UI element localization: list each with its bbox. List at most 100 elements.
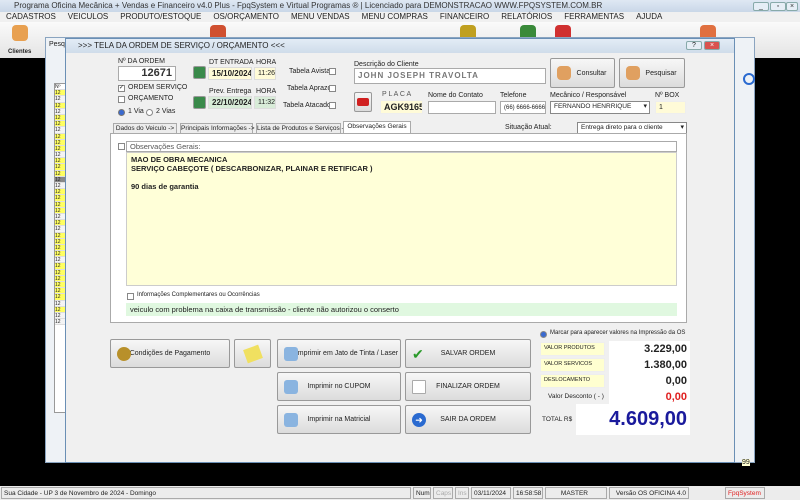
receipt-icon [242, 344, 263, 363]
menu-cadastros[interactable]: CADASTROS [6, 12, 56, 21]
close-button[interactable]: × [786, 2, 798, 11]
printer-icon [284, 379, 298, 394]
app-title-bar: Programa Oficina Mecânica + Vendas e Fin… [0, 0, 800, 12]
order-number-field[interactable]: 12671 [118, 66, 176, 81]
box-field[interactable]: 1 [655, 101, 686, 114]
consultar-button[interactable]: Consultar [550, 58, 615, 88]
tabela-atacado-checkbox[interactable] [329, 102, 336, 109]
tabela-avista-label: Tabela Avista [289, 68, 331, 75]
box-label: Nº BOX [655, 92, 680, 99]
valor-servicos-label: VALOR SERVICOS [540, 358, 605, 372]
menu-produto-estoque[interactable]: PRODUTO/ESTOQUE [120, 12, 201, 21]
car-icon [357, 98, 369, 106]
vehicle-button[interactable] [354, 92, 372, 112]
receipt-button[interactable] [234, 339, 271, 368]
via2-label: 2 Vias [156, 108, 176, 115]
obs-line: SERVIÇO CABEÇOTE ( DESCARBONIZAR, PLAINA… [131, 164, 373, 173]
people-icon [626, 66, 640, 80]
printer-icon [284, 346, 298, 361]
info-label: Informações Complementares ou Ocorrência… [137, 292, 260, 298]
valor-produtos-label: VALOR PRODUTOS [540, 342, 605, 356]
coins-icon [117, 346, 131, 361]
clients-icon[interactable] [12, 25, 28, 41]
total-label: TOTAL R$ [542, 416, 573, 423]
sair-label: SAIR DA ORDEM [440, 416, 496, 423]
help-button[interactable]: ? [686, 41, 702, 50]
menu-compras[interactable]: MENU COMPRAS [362, 12, 428, 21]
desconto-field[interactable]: 0,00 [609, 389, 690, 405]
checkmark-icon: ✔ [412, 345, 424, 362]
dialog-close-button[interactable]: × [704, 41, 720, 50]
calendar-icon[interactable] [193, 96, 206, 109]
contato-field[interactable] [428, 101, 496, 114]
refresh-icon[interactable] [743, 73, 755, 85]
deslocamento-label: DESLOCAMENTO [540, 374, 605, 388]
telefone-label: Telefone [500, 92, 527, 99]
sair-ordem-button[interactable]: ➜ SAIR DA ORDEM [405, 405, 531, 434]
imprimir-jato-button[interactable]: Imprimir em Jato de Tinta / Laser [277, 339, 401, 368]
status-brand: FpqSystem [725, 487, 765, 499]
ordem-servico-label: ORDEM SERVIÇO [128, 84, 188, 91]
cliente-field[interactable]: JOHN JOSEPH TRAVOLTA [354, 68, 546, 84]
placa-field[interactable]: AGK9165 [380, 100, 423, 114]
dt-entrada-field[interactable]: 15/10/2024 [208, 67, 252, 80]
obs-line: MAO DE OBRA MECANICA [131, 155, 228, 164]
menu-vendas[interactable]: MENU VENDAS [291, 12, 350, 21]
hora-prev-field[interactable]: 11:32 [254, 96, 276, 109]
menu-ajuda[interactable]: AJUDA [636, 12, 662, 21]
mecanico-label: Mecânico / Responsável [550, 92, 627, 99]
observacoes-header: Observações Gerais: [126, 141, 677, 152]
order-number-label: Nº DA ORDEM [118, 58, 165, 65]
hora-label: HORA [256, 59, 277, 66]
menu-os-orcamento[interactable]: OS/ORÇAMENTO [213, 12, 279, 21]
tabela-aprazo-checkbox[interactable] [329, 85, 336, 92]
prev-entrega-field[interactable]: 22/10/2024 [208, 96, 252, 109]
imprimir-matricial-button[interactable]: Imprimir na Matricial [277, 405, 401, 434]
orcamento-checkbox[interactable] [118, 96, 125, 103]
menu-bar: CADASTROS VEICULOS PRODUTO/ESTOQUE OS/ORÇAM… [0, 12, 800, 22]
restore-button[interactable]: ▫ [770, 2, 786, 11]
deslocamento-field[interactable]: 0,00 [609, 373, 690, 389]
imprimir-cupom-button[interactable]: Imprimir no CUPOM [277, 372, 401, 401]
minimize-button[interactable]: _ [753, 2, 769, 11]
salvar-label: SALVAR ORDEM [440, 350, 496, 357]
pagamento-label: Condições de Pagamento [129, 350, 211, 357]
pagamento-button[interactable]: Condições de Pagamento [110, 339, 230, 368]
menu-ferramentas[interactable]: FERRAMENTAS [564, 12, 624, 21]
menu-veiculos[interactable]: VEICULOS [68, 12, 108, 21]
tabela-avista-checkbox[interactable] [329, 68, 336, 75]
mecanico-select[interactable]: FERNANDO HENRRIQUE [550, 101, 650, 114]
cliente-label: Descrição do Cliente [354, 61, 419, 68]
menu-relatorios[interactable]: RELATÓRIOS [501, 12, 552, 21]
placa-label: P L A C A [382, 91, 412, 98]
hora-label: HORA [256, 88, 277, 95]
radio-2-vias[interactable] [146, 109, 153, 116]
finalizar-ordem-button[interactable]: FINALIZAR ORDEM [405, 372, 531, 401]
observacoes-textarea[interactable]: MAO DE OBRA MECANICA SERVIÇO CABEÇOTE ( … [126, 152, 677, 286]
status-num: Num [413, 487, 431, 499]
clientes-label: Clientes [8, 49, 32, 55]
marcar-label: Marcar para aparecer valores na Impressã… [550, 330, 686, 336]
telefone-field[interactable]: (66) 6666-6666 [500, 101, 546, 114]
salvar-ordem-button[interactable]: ✔ SALVAR ORDEM [405, 339, 531, 368]
prev-entrega-label: Prev. Entrega [209, 88, 252, 95]
info-field[interactable]: veiculo com problema na caixa de transmi… [126, 303, 677, 316]
grid-row[interactable]: 12 [55, 319, 65, 326]
menu-financeiro[interactable]: FINANCEIRO [440, 12, 489, 21]
observacoes-checkbox[interactable] [118, 143, 125, 150]
pesquisar-button[interactable]: Pesquisar [619, 58, 685, 88]
hora-entrada-field[interactable]: 11:26 [254, 67, 276, 80]
matricial-label: Imprimir na Matricial [307, 416, 371, 423]
pesquisar-label: Pesquisar [645, 69, 677, 77]
status-ins: Ins [455, 487, 469, 499]
info-checkbox[interactable] [127, 293, 134, 300]
calendar-icon[interactable] [193, 66, 206, 79]
dt-entrada-label: DT ENTRADA [209, 59, 254, 66]
radio-1-via[interactable] [118, 109, 125, 116]
obs-line: 90 dias de garantia [131, 182, 199, 191]
status-time: 16:58:58 [513, 487, 543, 499]
cupom-label: Imprimir no CUPOM [307, 383, 371, 390]
contato-label: Nome do Contato [428, 92, 483, 99]
marcar-radio[interactable] [540, 331, 547, 338]
ordem-servico-checkbox[interactable]: ✓ [118, 85, 125, 92]
